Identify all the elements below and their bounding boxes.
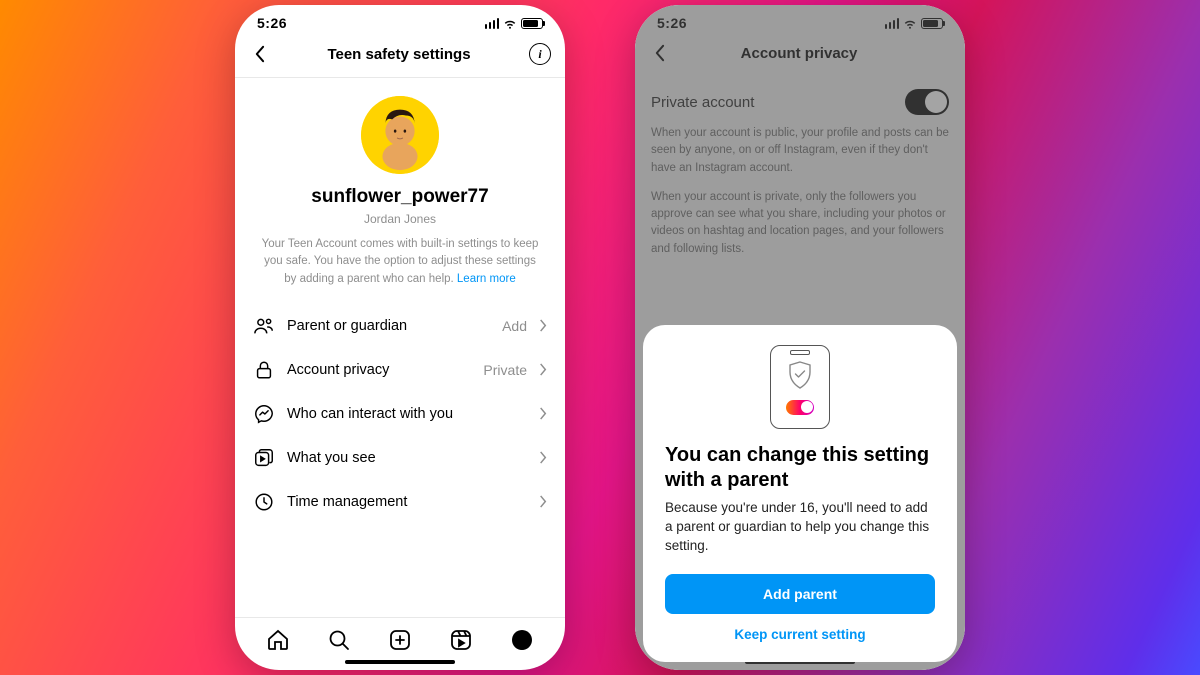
messenger-icon bbox=[253, 403, 275, 425]
page-header: Teen safety settings i bbox=[235, 35, 565, 78]
menu-label: What you see bbox=[287, 450, 527, 466]
menu-what-you-see[interactable]: What you see bbox=[249, 436, 551, 480]
phone-account-privacy: 5:26 Account privacy Private account Whe… bbox=[635, 5, 965, 670]
chevron-right-icon bbox=[539, 451, 547, 464]
menu-label: Parent or guardian bbox=[287, 318, 490, 334]
username: sunflower_power77 bbox=[235, 186, 565, 208]
status-bar: 5:26 bbox=[235, 5, 565, 35]
settings-menu: Parent or guardian Add Account privacy P… bbox=[235, 304, 565, 524]
chevron-right-icon bbox=[539, 407, 547, 420]
nav-search[interactable] bbox=[327, 628, 351, 652]
menu-label: Time management bbox=[287, 494, 527, 510]
account-description: Your Teen Account comes with built-in se… bbox=[235, 226, 565, 304]
nav-home[interactable] bbox=[266, 628, 290, 652]
shield-check-icon bbox=[786, 360, 814, 390]
back-button[interactable] bbox=[249, 44, 269, 64]
home-indicator[interactable] bbox=[345, 660, 455, 664]
sheet-description: Because you're under 16, you'll need to … bbox=[665, 499, 935, 556]
bottom-nav bbox=[235, 617, 565, 656]
real-name: Jordan Jones bbox=[235, 212, 565, 226]
menu-label: Account privacy bbox=[287, 362, 471, 378]
learn-more-link[interactable]: Learn more bbox=[457, 273, 516, 285]
menu-value: Add bbox=[502, 318, 527, 334]
info-icon[interactable]: i bbox=[529, 43, 551, 65]
clock-icon bbox=[253, 491, 275, 513]
nav-profile[interactable] bbox=[510, 628, 534, 652]
nav-create[interactable] bbox=[388, 628, 412, 652]
chevron-right-icon bbox=[539, 495, 547, 508]
menu-label: Who can interact with you bbox=[287, 406, 527, 422]
menu-value: Private bbox=[483, 362, 527, 378]
gradient-toggle-icon bbox=[786, 400, 814, 415]
page-title: Teen safety settings bbox=[327, 46, 470, 63]
cellular-icon bbox=[485, 18, 500, 29]
nav-reels[interactable] bbox=[449, 628, 473, 652]
menu-interact[interactable]: Who can interact with you bbox=[249, 392, 551, 436]
sheet-illustration bbox=[770, 345, 830, 429]
menu-account-privacy[interactable]: Account privacy Private bbox=[249, 348, 551, 392]
menu-parent-guardian[interactable]: Parent or guardian Add bbox=[249, 304, 551, 348]
wifi-icon bbox=[503, 16, 517, 30]
status-icons bbox=[485, 16, 544, 30]
battery-icon bbox=[521, 18, 543, 29]
sheet-title: You can change this setting with a paren… bbox=[665, 443, 935, 493]
bottom-sheet: You can change this setting with a paren… bbox=[643, 325, 957, 662]
phone-teen-safety: 5:26 Teen safety settings i sunflower_po… bbox=[235, 5, 565, 670]
chevron-right-icon bbox=[539, 319, 547, 332]
content: sunflower_power77 Jordan Jones Your Teen… bbox=[235, 78, 565, 617]
chevron-right-icon bbox=[539, 363, 547, 376]
status-time: 5:26 bbox=[257, 15, 287, 31]
avatar[interactable] bbox=[361, 96, 439, 174]
lock-icon bbox=[253, 359, 275, 381]
add-parent-button[interactable]: Add parent bbox=[665, 574, 935, 614]
menu-time-management[interactable]: Time management bbox=[249, 480, 551, 524]
keep-setting-button[interactable]: Keep current setting bbox=[734, 627, 865, 642]
people-icon bbox=[253, 315, 275, 337]
media-icon bbox=[253, 447, 275, 469]
